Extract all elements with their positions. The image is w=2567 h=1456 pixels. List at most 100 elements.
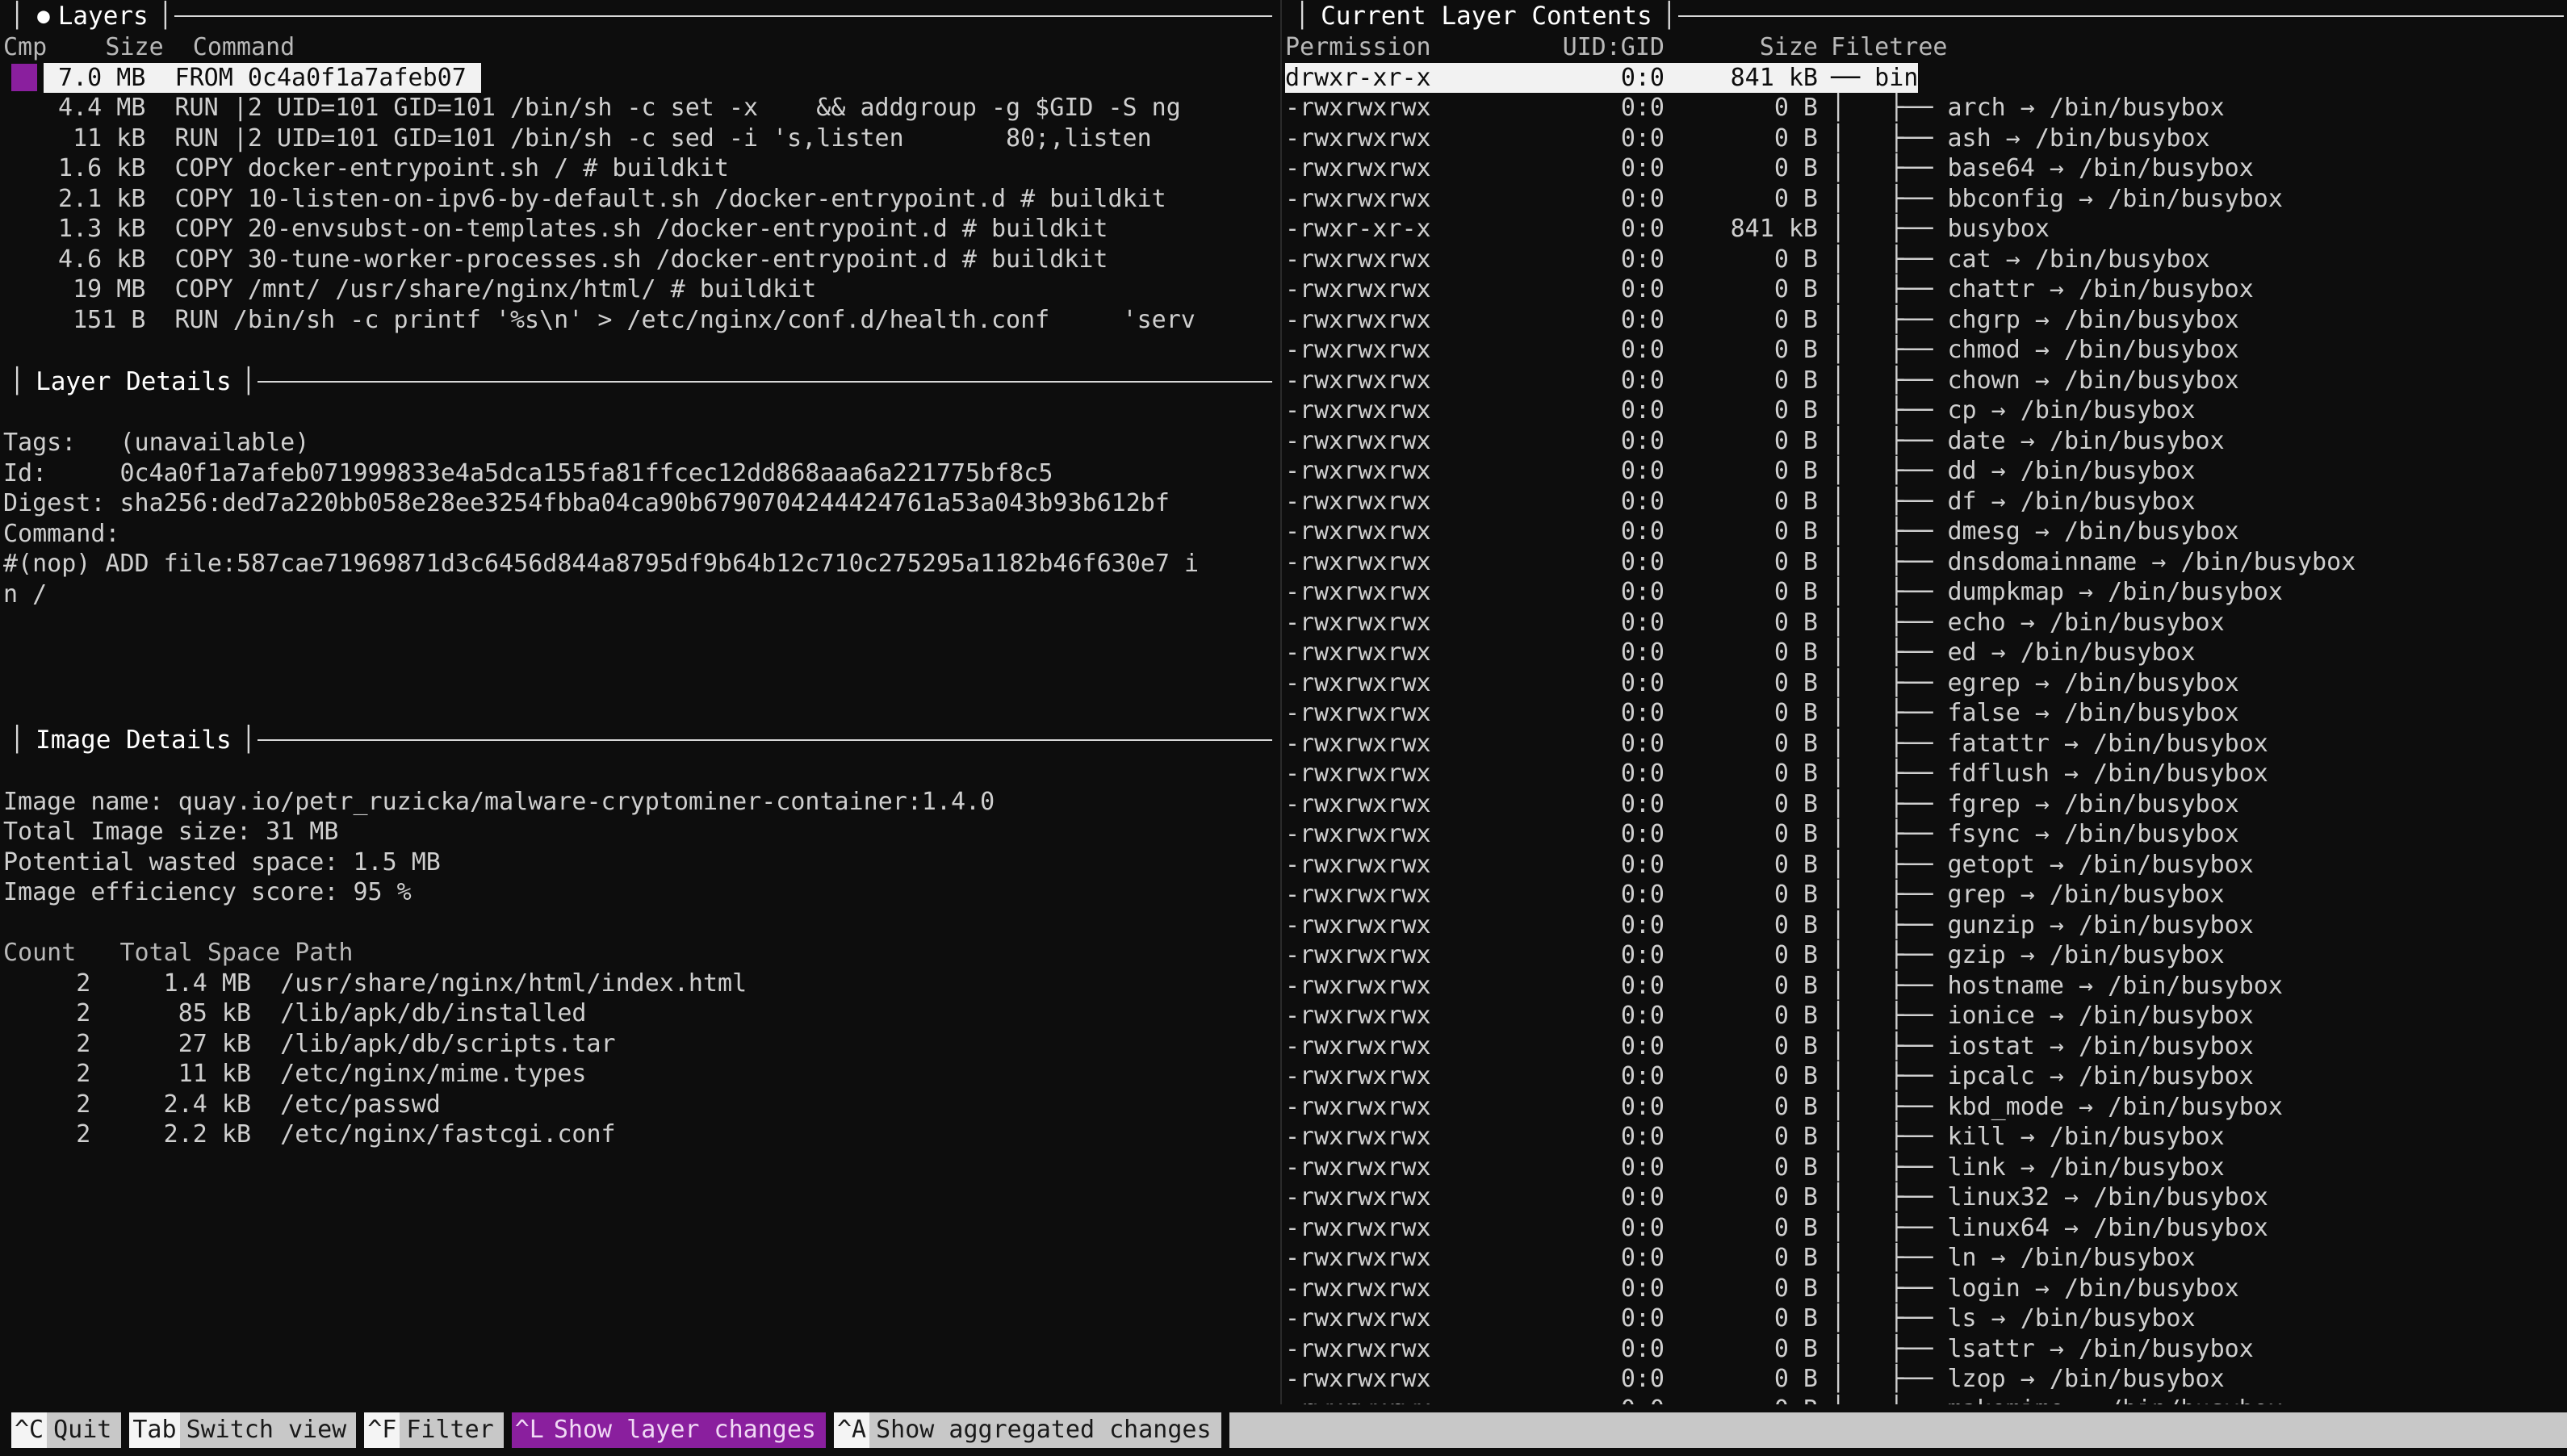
filetree-row[interactable]: drwxr-xr-x0:0841 kB── bin [1285, 63, 2567, 94]
status-bar-item[interactable]: ^AShow aggregated changes [834, 1412, 1221, 1448]
filetree-row[interactable]: -rwxrwxrwx0:00 B│ ├── linux32 → /bin/bus… [1285, 1182, 2567, 1213]
filetree-row[interactable]: -rwxrwxrwx0:00 B│ ├── dumpkmap → /bin/bu… [1285, 577, 2567, 608]
wasted-space-column-header: Count Total Space Path [3, 938, 1275, 969]
filetree-row[interactable]: -rwxrwxrwx0:00 B│ ├── kill → /bin/busybo… [1285, 1122, 2567, 1153]
layer-row[interactable]: 4.6 kB COPY 30-tune-worker-processes.sh … [0, 245, 1275, 275]
file-size: 0 B [1665, 487, 1831, 517]
filetree-row[interactable]: -rwxrwxrwx0:00 B│ ├── chmod → /bin/busyb… [1285, 335, 2567, 366]
filetree-row[interactable]: -rwxrwxrwx0:00 B│ ├── fgrep → /bin/busyb… [1285, 789, 2567, 820]
filetree-list[interactable]: drwxr-xr-x0:0841 kB── bin-rwxrwxrwx0:00 … [1285, 63, 2567, 1425]
file-uid-gid: 0:0 [1503, 940, 1665, 971]
status-bar-label: Show layer changes [547, 1412, 826, 1448]
layer-row[interactable]: 11 kB RUN |2 UID=101 GID=101 /bin/sh -c … [0, 123, 1275, 154]
col-uid-gid: UID:GID [1503, 32, 1665, 63]
left-pane: │ ● Layers │ Cmp Size Command 7.0 MB FRO… [0, 0, 1275, 1404]
file-size: 0 B [1665, 1122, 1831, 1153]
file-uid-gid: 0:0 [1503, 1213, 1665, 1244]
filetree-row[interactable]: -rwxrwxrwx0:00 B│ ├── lzop → /bin/busybo… [1285, 1364, 2567, 1395]
filetree-row[interactable]: -rwxrwxrwx0:00 B│ ├── ash → /bin/busybox [1285, 123, 2567, 154]
filetree-row[interactable]: -rwxrwxrwx0:00 B│ ├── dnsdomainname → /b… [1285, 547, 2567, 578]
file-uid-gid: 0:0 [1503, 1031, 1665, 1062]
status-bar-label: Filter [400, 1412, 503, 1448]
file-tree-entry: │ ├── chmod → /bin/busybox [1831, 335, 2239, 366]
layer-row-text: 4.6 kB COPY 30-tune-worker-processes.sh … [44, 245, 1123, 275]
file-tree-entry: │ ├── dd → /bin/busybox [1831, 456, 2196, 487]
filetree-row[interactable]: -rwxrwxrwx0:00 B│ ├── df → /bin/busybox [1285, 487, 2567, 517]
file-permission: -rwxrwxrwx [1285, 850, 1503, 881]
filetree-row[interactable]: -rwxrwxrwx0:00 B│ ├── ln → /bin/busybox [1285, 1243, 2567, 1274]
layer-row[interactable]: 7.0 MB FROM 0c4a0f1a7afeb07 [0, 63, 1275, 94]
filetree-row[interactable]: -rwxrwxrwx0:00 B│ ├── arch → /bin/busybo… [1285, 93, 2567, 123]
layer-compare-marker-empty [11, 124, 37, 152]
filetree-row[interactable]: -rwxrwxrwx0:00 B│ ├── grep → /bin/busybo… [1285, 880, 2567, 910]
file-permission: -rwxrwxrwx [1285, 577, 1503, 608]
file-tree-entry: │ ├── date → /bin/busybox [1831, 426, 2225, 457]
file-uid-gid: 0:0 [1503, 577, 1665, 608]
filetree-row[interactable]: -rwxrwxrwx0:00 B│ ├── ls → /bin/busybox [1285, 1303, 2567, 1334]
layer-row[interactable]: 4.4 MB RUN |2 UID=101 GID=101 /bin/sh -c… [0, 93, 1275, 123]
layer-row[interactable]: 19 MB COPY /mnt/ /usr/share/nginx/html/ … [0, 274, 1275, 305]
filetree-row[interactable]: -rwxrwxrwx0:00 B│ ├── chown → /bin/busyb… [1285, 366, 2567, 396]
filetree-row[interactable]: -rwxrwxrwx0:00 B│ ├── linux64 → /bin/bus… [1285, 1213, 2567, 1244]
filetree-row[interactable]: -rwxrwxrwx0:00 B│ ├── egrep → /bin/busyb… [1285, 668, 2567, 699]
filetree-row[interactable]: -rwxrwxrwx0:00 B│ ├── gzip → /bin/busybo… [1285, 940, 2567, 971]
image-details-left-tick: │ [0, 724, 24, 756]
layer-row[interactable]: 2.1 kB COPY 10-listen-on-ipv6-by-default… [0, 184, 1275, 215]
filetree-row[interactable]: -rwxr-xr-x0:0841 kB│ ├── busybox [1285, 214, 2567, 245]
file-size: 0 B [1665, 366, 1831, 396]
filetree-row[interactable]: -rwxrwxrwx0:00 B│ ├── chattr → /bin/busy… [1285, 274, 2567, 305]
file-uid-gid: 0:0 [1503, 93, 1665, 123]
filetree-row[interactable]: -rwxrwxrwx0:00 B│ ├── hostname → /bin/bu… [1285, 971, 2567, 1002]
filetree-row[interactable]: -rwxrwxrwx0:00 B│ ├── dmesg → /bin/busyb… [1285, 517, 2567, 547]
filetree-row[interactable]: -rwxrwxrwx0:00 B│ ├── bbconfig → /bin/bu… [1285, 184, 2567, 215]
filetree-row[interactable]: -rwxrwxrwx0:00 B│ ├── fatattr → /bin/bus… [1285, 729, 2567, 759]
filetree-row[interactable]: -rwxrwxrwx0:00 B│ ├── fdflush → /bin/bus… [1285, 759, 2567, 789]
filetree-row[interactable]: -rwxrwxrwx0:00 B│ ├── ipcalc → /bin/busy… [1285, 1061, 2567, 1092]
potential-wasted-space-line: Potential wasted space: 1.5 MB [3, 847, 1275, 878]
filetree-row[interactable]: -rwxrwxrwx0:00 B│ ├── cp → /bin/busybox [1285, 395, 2567, 426]
filetree-row[interactable]: -rwxrwxrwx0:00 B│ ├── base64 → /bin/busy… [1285, 153, 2567, 184]
file-tree-entry: │ ├── lzop → /bin/busybox [1831, 1364, 2225, 1395]
filetree-row[interactable]: -rwxrwxrwx0:00 B│ ├── login → /bin/busyb… [1285, 1274, 2567, 1304]
status-bar-label: Show aggregated changes [869, 1412, 1221, 1448]
file-size: 0 B [1665, 729, 1831, 759]
filetree-row[interactable]: -rwxrwxrwx0:00 B│ ├── echo → /bin/busybo… [1285, 608, 2567, 638]
file-size: 0 B [1665, 1303, 1831, 1334]
layer-compare-marker-empty [11, 155, 37, 182]
file-uid-gid: 0:0 [1503, 456, 1665, 487]
filetree-row[interactable]: -rwxrwxrwx0:00 B│ ├── getopt → /bin/busy… [1285, 850, 2567, 881]
layers-list[interactable]: 7.0 MB FROM 0c4a0f1a7afeb07 4.4 MB RUN |… [0, 63, 1275, 336]
wasted-space-row: 2 2.2 kB /etc/nginx/fastcgi.conf [3, 1119, 1275, 1150]
filetree-row[interactable]: -rwxrwxrwx0:00 B│ ├── link → /bin/busybo… [1285, 1153, 2567, 1183]
file-size: 0 B [1665, 395, 1831, 426]
status-bar-item[interactable]: TabSwitch view [129, 1412, 356, 1448]
filetree-row[interactable]: -rwxrwxrwx0:00 B│ ├── dd → /bin/busybox [1285, 456, 2567, 487]
status-bar-item[interactable]: ^LShow layer changes [512, 1412, 826, 1448]
status-bar-item[interactable]: ^CQuit [11, 1412, 121, 1448]
file-tree-entry: │ ├── kill → /bin/busybox [1831, 1122, 2225, 1153]
file-size: 0 B [1665, 335, 1831, 366]
layer-details-body: Tags: (unavailable) Id: 0c4a0f1a7afeb071… [0, 398, 1275, 610]
filetree-row[interactable]: -rwxrwxrwx0:00 B│ ├── lsattr → /bin/busy… [1285, 1334, 2567, 1365]
layer-details-right-tick: │ [241, 366, 256, 398]
filetree-row[interactable]: -rwxrwxrwx0:00 B│ ├── fsync → /bin/busyb… [1285, 819, 2567, 850]
file-uid-gid: 0:0 [1503, 153, 1665, 184]
file-size: 0 B [1665, 1031, 1831, 1062]
layer-row[interactable]: 1.3 kB COPY 20-envsubst-on-templates.sh … [0, 214, 1275, 245]
filetree-row[interactable]: -rwxrwxrwx0:00 B│ ├── false → /bin/busyb… [1285, 698, 2567, 729]
filetree-row[interactable]: -rwxrwxrwx0:00 B│ ├── date → /bin/busybo… [1285, 426, 2567, 457]
layer-row[interactable]: 151 B RUN /bin/sh -c printf '%s\n' > /et… [0, 305, 1275, 336]
status-bar-item[interactable]: ^FFilter [364, 1412, 504, 1448]
layer-row[interactable]: 1.6 kB COPY docker-entrypoint.sh / # bui… [0, 153, 1275, 184]
filetree-row[interactable]: -rwxrwxrwx0:00 B│ ├── iostat → /bin/busy… [1285, 1031, 2567, 1062]
filetree-row[interactable]: -rwxrwxrwx0:00 B│ ├── ed → /bin/busybox [1285, 638, 2567, 668]
filetree-row[interactable]: -rwxrwxrwx0:00 B│ ├── cat → /bin/busybox [1285, 245, 2567, 275]
filetree-row[interactable]: -rwxrwxrwx0:00 B│ ├── kbd_mode → /bin/bu… [1285, 1092, 2567, 1123]
filetree-row[interactable]: -rwxrwxrwx0:00 B│ ├── ionice → /bin/busy… [1285, 1001, 2567, 1031]
filetree-row[interactable]: -rwxrwxrwx0:00 B│ ├── chgrp → /bin/busyb… [1285, 305, 2567, 336]
file-tree-entry: │ ├── getopt → /bin/busybox [1831, 850, 2254, 881]
file-tree-entry: │ ├── chgrp → /bin/busybox [1831, 305, 2239, 336]
filetree-row[interactable]: -rwxrwxrwx0:00 B│ ├── gunzip → /bin/busy… [1285, 910, 2567, 941]
file-permission: -rwxrwxrwx [1285, 940, 1503, 971]
layer-digest-line: Digest: sha256:ded7a220bb058e28ee3254fbb… [3, 488, 1275, 519]
